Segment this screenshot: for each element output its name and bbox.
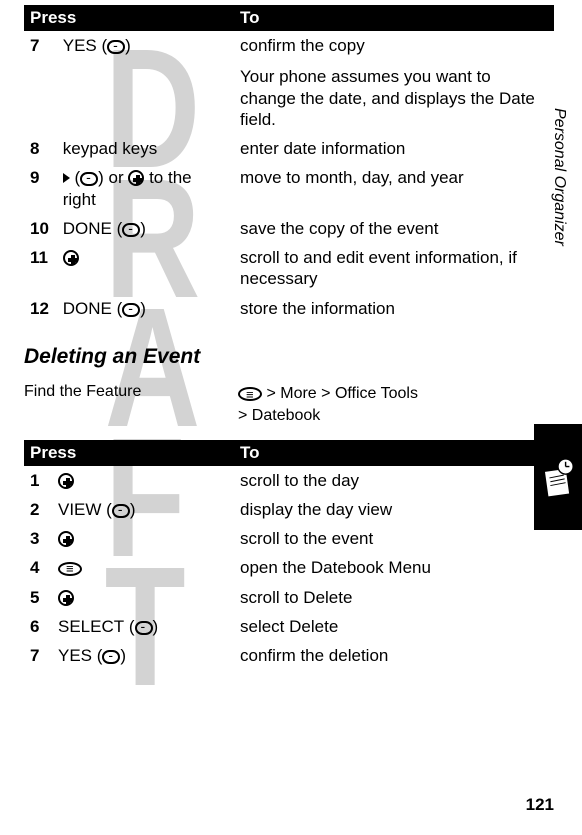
fourway-nav-icon — [128, 170, 144, 186]
find-the-feature: Find the Feature > More > Office Tools >… — [24, 383, 554, 428]
softkey-icon — [80, 172, 98, 186]
softkey-icon — [122, 303, 140, 317]
step-num: 7 — [30, 35, 58, 56]
keypress: DONE () — [63, 218, 219, 239]
key-bold: YES — [63, 36, 97, 55]
action-cell: store the information — [234, 294, 554, 323]
action-cell: save the copy of the event — [234, 214, 554, 243]
softkey-icon — [135, 621, 153, 635]
table-row: 4 open the Datebook Menu — [24, 553, 554, 582]
softkey-icon — [107, 40, 125, 54]
table-row: 6SELECT () select Delete — [24, 612, 554, 641]
menu-key-icon — [58, 562, 82, 576]
action-cell: enter date information — [234, 134, 554, 163]
table-row: 2VIEW () display the day view — [24, 495, 554, 524]
table-row: 1 scroll to the day — [24, 466, 554, 495]
keypress: keypad keys — [63, 138, 219, 159]
fourway-nav-icon — [63, 250, 79, 266]
action-cell: scroll to and edit event information, if… — [234, 243, 554, 294]
step-num: 12 — [30, 298, 58, 319]
action-cell: confirm the copy Your phone assumes you … — [234, 31, 554, 134]
header-press: Press — [24, 440, 234, 466]
table-row: 3 scroll to the event — [24, 524, 554, 553]
table-header-row: Press To — [24, 440, 554, 466]
softkey-icon — [112, 504, 130, 518]
keypress: DONE () — [63, 298, 219, 319]
action-cell: move to month, day, and year — [234, 163, 554, 214]
step-num: 11 — [30, 247, 58, 268]
header-press: Press — [24, 5, 234, 31]
keypress — [63, 247, 219, 268]
softkey-icon — [122, 223, 140, 237]
fourway-nav-icon — [58, 473, 74, 489]
table-row: 7 YES () confirm the copy Your phone ass… — [24, 31, 554, 134]
step-num: 9 — [30, 167, 58, 188]
table-row: 7YES () confirm the deletion — [24, 641, 554, 670]
keypress: YES () — [63, 35, 219, 56]
table-row: 10 DONE () save the copy of the event — [24, 214, 554, 243]
instruction-table-2: Press To 1 scroll to the day 2VIEW () di… — [24, 440, 554, 671]
instruction-table-1: Press To 7 YES () confirm the copy Your … — [24, 5, 554, 323]
ftf-label: Find the Feature — [24, 383, 238, 401]
menu-key-icon — [238, 387, 262, 401]
table-row: 8 keypad keys enter date information — [24, 134, 554, 163]
step-num: 8 — [30, 138, 58, 159]
ftf-path: > More > Office Tools > Datebook — [238, 383, 418, 428]
section-heading: Deleting an Event — [24, 345, 554, 369]
table-row: 9 () or to the right move to month, day,… — [24, 163, 554, 214]
page-number: 121 — [526, 795, 554, 815]
table-row: 5 scroll to Delete — [24, 583, 554, 612]
table-row: 12 DONE () store the information — [24, 294, 554, 323]
header-to: To — [234, 5, 554, 31]
fourway-nav-icon — [58, 531, 74, 547]
keypress: () or to the right — [63, 167, 219, 210]
table-header-row: Press To — [24, 5, 554, 31]
softkey-icon — [102, 650, 120, 664]
fourway-nav-icon — [58, 590, 74, 606]
right-arrow-icon — [63, 173, 70, 183]
table-row: 11 scroll to and edit event information,… — [24, 243, 554, 294]
header-to: To — [234, 440, 554, 466]
step-num: 10 — [30, 218, 58, 239]
